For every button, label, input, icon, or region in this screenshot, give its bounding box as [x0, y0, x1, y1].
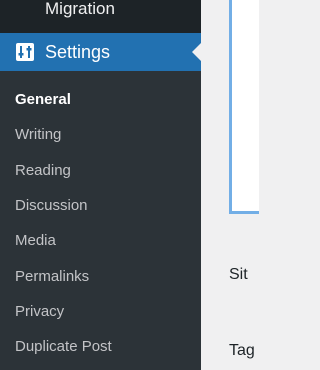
notice-panel	[229, 0, 259, 214]
submenu-item-reading[interactable]: Reading	[15, 161, 71, 181]
submenu-item-duplicate-post[interactable]: Duplicate Post	[15, 337, 112, 357]
settings-row-label: Tag	[229, 342, 255, 359]
admin-sidebar: Migration Settings General Writing Readi…	[0, 0, 201, 370]
submenu-item-writing[interactable]: Writing	[15, 125, 61, 145]
current-menu-arrow-icon	[192, 43, 201, 61]
main-content: Sit Tag	[201, 0, 259, 370]
submenu-item-media[interactable]: Media	[15, 231, 56, 251]
submenu-item-permalinks[interactable]: Permalinks	[15, 267, 89, 287]
settings-submenu: General Writing Reading Discussion Media…	[0, 71, 201, 370]
settings-row-label: Sit	[229, 266, 248, 283]
menu-item-label: Settings	[45, 42, 111, 62]
menu-item-settings[interactable]: Settings	[0, 33, 201, 71]
submenu-item-general[interactable]: General	[15, 90, 71, 110]
submenu-item-discussion[interactable]: Discussion	[15, 196, 88, 216]
menu-item-label: Migration	[45, 0, 115, 18]
settings-sliders-icon	[16, 43, 34, 61]
menu-item-migration[interactable]: Migration	[0, 0, 201, 28]
submenu-item-privacy[interactable]: Privacy	[15, 302, 64, 322]
